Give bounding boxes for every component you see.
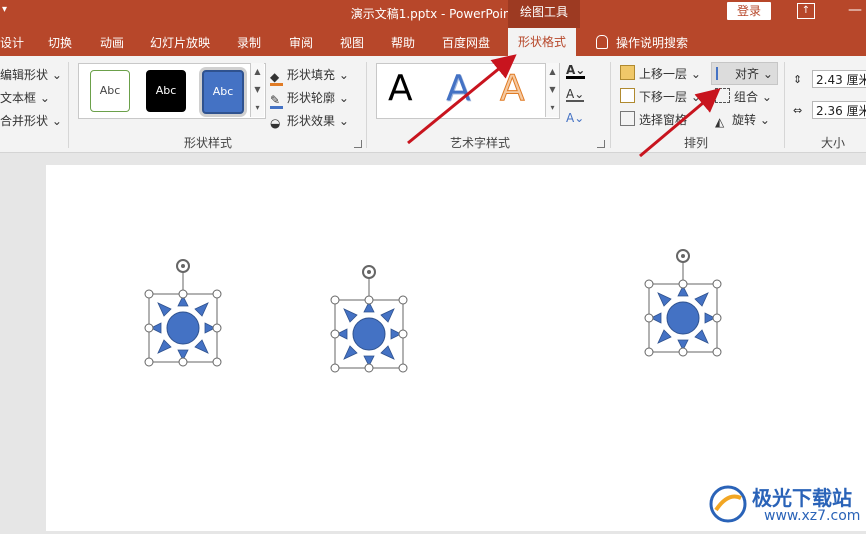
watermark: 极光下载站 www.xz7.com <box>706 478 866 531</box>
edit-shape-button[interactable]: 编辑形状 ⌄ <box>0 66 62 83</box>
watermark-url: www.xz7.com <box>764 508 861 524</box>
lightbulb-icon <box>596 35 608 49</box>
align-icon <box>716 67 731 80</box>
tab-slideshow[interactable]: 幻灯片放映 <box>150 34 210 51</box>
send-backward-button[interactable]: 下移一层 ⌄ <box>620 88 701 105</box>
shape-width-input[interactable]: 2.36 厘米 <box>812 101 866 119</box>
style-preset-black[interactable]: Abc <box>146 70 186 112</box>
send-backward-label: 下移一层 <box>639 90 688 104</box>
wordart-preset-blue[interactable]: A <box>446 68 471 109</box>
wordart-preset-black[interactable]: A <box>388 68 413 109</box>
tab-view[interactable]: 视图 <box>340 34 364 51</box>
text-outline-icon[interactable]: A⌄ <box>566 88 585 102</box>
text-box-button[interactable]: 文本框 ⌄ <box>0 89 50 106</box>
shape-effects-button[interactable]: ◒ 形状效果 ⌄ <box>270 112 349 130</box>
text-effects-icon[interactable]: A⌄ <box>566 111 584 125</box>
group-separator <box>784 62 785 148</box>
chevron-down-icon[interactable]: ▼ <box>251 81 264 99</box>
tell-me-label: 操作说明搜索 <box>616 36 689 50</box>
wordart-preset-orange[interactable]: A <box>500 68 526 110</box>
dialog-launcher-icon[interactable] <box>354 140 362 148</box>
tell-me-search[interactable]: 操作说明搜索 <box>596 34 688 51</box>
bring-forward-button[interactable]: 上移一层 ⌄ <box>620 65 701 82</box>
ribbon-display-options-icon[interactable]: ↑ <box>797 3 815 19</box>
group-label: 组合 ⌄ <box>734 90 772 104</box>
sun-shape-1[interactable] <box>144 259 222 367</box>
send-backward-icon <box>620 88 635 103</box>
login-button[interactable]: 登录 <box>727 2 771 20</box>
tab-shape-format[interactable]: 形状格式 <box>508 28 577 56</box>
width-icon: ⇔ <box>793 104 803 117</box>
group-label-arrange: 排列 <box>684 136 709 150</box>
watermark-logo-icon <box>709 485 747 523</box>
watermark-name: 极光下载站 <box>752 486 852 510</box>
group-label-shape-styles: 形状样式 <box>184 136 233 150</box>
group-label-size: 大小 <box>821 136 846 150</box>
group-separator <box>68 62 69 148</box>
ribbon-panel: 编辑形状 ⌄ 文本框 ⌄ 合并形状 ⌄ Abc Abc Abc ▲ ▼ ▾ ◆ 形… <box>0 56 866 153</box>
selection-pane-label: 选择窗格 <box>639 113 688 127</box>
group-icon <box>715 88 730 103</box>
shape-fill-button[interactable]: ◆ 形状填充 ⌄ <box>270 66 349 86</box>
style-preset-blue[interactable]: Abc <box>202 70 244 114</box>
shape-height-input[interactable]: 2.43 厘米 <box>812 70 866 88</box>
tab-transitions[interactable]: 切换 <box>48 34 72 51</box>
bring-forward-label: 上移一层 <box>639 67 688 81</box>
tab-review[interactable]: 审阅 <box>289 34 313 51</box>
tab-baidu-netdisk[interactable]: 百度网盘 <box>442 34 490 51</box>
rotate-button[interactable]: ◭ 旋转 ⌄ <box>715 111 770 129</box>
align-button[interactable]: 对齐 ⌄ <box>711 62 778 85</box>
selection-pane-button[interactable]: 选择窗格 <box>620 111 687 128</box>
group-button[interactable]: 组合 ⌄ <box>715 88 772 105</box>
group-separator <box>366 62 367 148</box>
sun-shape-3[interactable] <box>644 249 722 357</box>
minimize-icon[interactable]: — <box>848 2 862 18</box>
tab-help[interactable]: 帮助 <box>391 34 415 51</box>
title-bar: ▾ 演示文稿1.pptx - PowerPoint 绘图工具 登录 ↑ — <box>0 0 866 28</box>
bring-forward-icon <box>620 65 635 80</box>
shape-fill-label: 形状填充 ⌄ <box>287 68 349 82</box>
slide[interactable] <box>46 165 866 531</box>
rotate-label: 旋转 ⌄ <box>732 113 770 127</box>
merge-shapes-button[interactable]: 合并形状 ⌄ <box>0 112 62 129</box>
paint-bucket-icon: ◆ <box>270 70 283 86</box>
gallery-more-icon[interactable]: ▾ <box>546 99 559 117</box>
height-icon: ⇕ <box>793 73 803 86</box>
group-label-wordart-styles: 艺术字样式 <box>450 136 511 150</box>
pen-icon: ✎ <box>270 93 283 109</box>
gallery-more-icon[interactable]: ▾ <box>251 99 264 117</box>
sun-shape-2[interactable] <box>330 265 408 373</box>
tab-animations[interactable]: 动画 <box>100 34 124 51</box>
align-label: 对齐 ⌄ <box>735 67 773 81</box>
context-tab-group: 绘图工具 <box>508 0 580 28</box>
wordart-gallery-scroll[interactable]: ▲ ▼ ▾ <box>545 63 559 117</box>
shape-outline-label: 形状轮廓 ⌄ <box>287 91 349 105</box>
text-fill-icon[interactable]: A⌄ <box>566 64 586 79</box>
style-gallery-scroll[interactable]: ▲ ▼ ▾ <box>250 63 264 117</box>
chevron-up-icon[interactable]: ▲ <box>251 63 264 81</box>
style-preset-outline-green[interactable]: Abc <box>90 70 130 112</box>
rotate-icon: ◭ <box>715 115 725 129</box>
tab-design[interactable]: 设计 <box>0 34 24 51</box>
chevron-up-icon[interactable]: ▲ <box>546 63 559 81</box>
group-separator <box>610 62 611 148</box>
slide-editing-area <box>0 153 866 531</box>
tab-record[interactable]: 录制 <box>237 34 261 51</box>
shape-effects-label: 形状效果 ⌄ <box>287 114 349 128</box>
effects-icon: ◒ <box>270 116 281 130</box>
slide-shapes <box>144 249 722 373</box>
shape-outline-button[interactable]: ✎ 形状轮廓 ⌄ <box>270 89 349 109</box>
dialog-launcher-icon[interactable] <box>597 140 605 148</box>
ribbon-tabs: 设计 切换 动画 幻灯片放映 录制 审阅 视图 帮助 百度网盘 形状格式 操作说… <box>0 28 866 56</box>
chevron-down-icon[interactable]: ▼ <box>546 81 559 99</box>
selection-pane-icon <box>620 111 635 126</box>
